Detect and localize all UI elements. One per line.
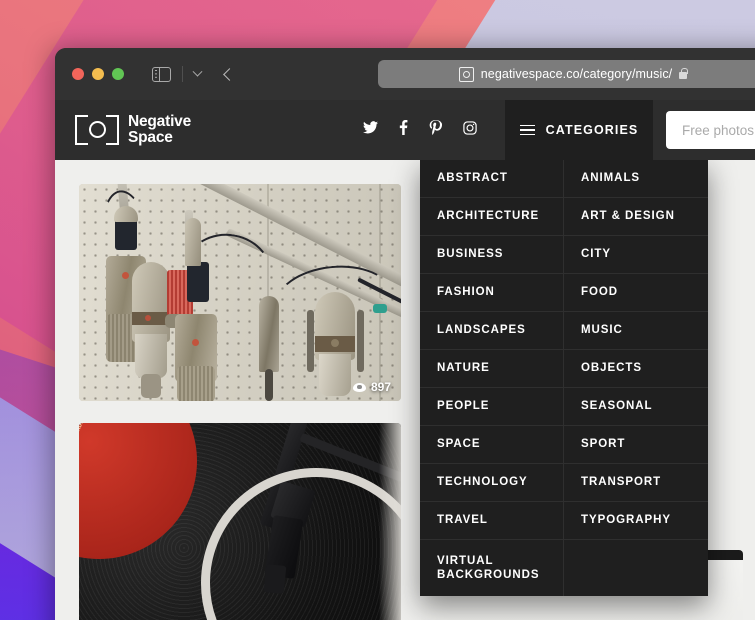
camera-frame-icon bbox=[75, 115, 119, 145]
photo-microphones: 897 bbox=[79, 184, 401, 401]
back-arrow-icon[interactable] bbox=[223, 67, 236, 81]
minimize-window-button[interactable] bbox=[92, 68, 104, 80]
menu-item-architecture[interactable]: ARCHITECTURE bbox=[420, 198, 564, 236]
menu-item-art-and-design[interactable]: ART & DESIGN bbox=[564, 198, 708, 236]
url-text: negativespace.co/category/music/ bbox=[480, 67, 673, 81]
menu-spacer bbox=[564, 540, 708, 596]
lock-icon bbox=[679, 67, 688, 79]
menu-item-seasonal[interactable]: SEASONAL bbox=[564, 388, 708, 426]
favicon-camera-aperture-icon bbox=[458, 66, 474, 82]
menu-item-sport[interactable]: SPORT bbox=[564, 426, 708, 464]
menu-item-transport[interactable]: TRANSPORT bbox=[564, 464, 708, 502]
close-window-button[interactable] bbox=[72, 68, 84, 80]
menu-item-business[interactable]: BUSINESS bbox=[420, 236, 564, 274]
menu-item-city[interactable]: CITY bbox=[564, 236, 708, 274]
menu-item-objects[interactable]: OBJECTS bbox=[564, 350, 708, 388]
menu-item-virtual-backgrounds[interactable]: VIRTUAL BACKGROUNDS bbox=[420, 540, 564, 596]
browser-titlebar: negativespace.co/category/music/ bbox=[55, 48, 755, 100]
titlebar-controls bbox=[152, 66, 236, 82]
page-content: 897 KGP 24 CS 9977 STEREO bbox=[55, 160, 755, 620]
instagram-icon[interactable] bbox=[463, 120, 477, 140]
hamburger-icon bbox=[519, 124, 535, 136]
menu-item-people[interactable]: PEOPLE bbox=[420, 388, 564, 426]
site-logo[interactable]: Negative Space bbox=[75, 114, 191, 146]
menu-item-food[interactable]: FOOD bbox=[564, 274, 708, 312]
menu-item-nature[interactable]: NATURE bbox=[420, 350, 564, 388]
address-bar[interactable]: negativespace.co/category/music/ bbox=[378, 60, 755, 88]
menu-item-fashion[interactable]: FASHION bbox=[420, 274, 564, 312]
menu-item-travel[interactable]: TRAVEL bbox=[420, 502, 564, 540]
maximize-window-button[interactable] bbox=[112, 68, 124, 80]
categories-button-label: CATEGORIES bbox=[545, 123, 639, 137]
categories-button[interactable]: CATEGORIES bbox=[505, 100, 654, 160]
menu-item-typography[interactable]: TYPOGRAPHY bbox=[564, 502, 708, 540]
menu-item-landscapes[interactable]: LANDSCAPES bbox=[420, 312, 564, 350]
social-links bbox=[363, 119, 477, 141]
photo-card-vinyl[interactable]: KGP 24 CS 9977 STEREO COLUMBIA SIDE 1 · … bbox=[79, 423, 401, 620]
menu-item-abstract[interactable]: ABSTRACT bbox=[420, 160, 564, 198]
twitter-icon[interactable] bbox=[363, 121, 379, 139]
sidebar-toggle-icon[interactable] bbox=[152, 66, 171, 82]
pinterest-icon[interactable] bbox=[429, 119, 443, 141]
window-traffic-lights bbox=[72, 68, 124, 80]
photo-card-microphones[interactable]: 897 bbox=[79, 184, 401, 401]
eye-icon bbox=[352, 382, 366, 392]
chevron-down-icon[interactable] bbox=[192, 66, 203, 77]
view-count-badge: 897 bbox=[352, 380, 391, 394]
desktop-wallpaper: negativespace.co/category/music/ Negativ… bbox=[0, 0, 755, 620]
site-logo-text: Negative Space bbox=[128, 114, 191, 146]
categories-dropdown-menu: ABSTRACT ANIMALS ARCHITECTURE ART & DESI… bbox=[420, 160, 708, 596]
photo-vinyl-record: KGP 24 CS 9977 STEREO COLUMBIA SIDE 1 · … bbox=[79, 423, 401, 620]
menu-item-technology[interactable]: TECHNOLOGY bbox=[420, 464, 564, 502]
menu-item-animals[interactable]: ANIMALS bbox=[564, 160, 708, 198]
site-header: Negative Space CATEGORIES Free photos bbox=[55, 100, 755, 160]
gallery-column-1: 897 KGP 24 CS 9977 STEREO bbox=[79, 184, 401, 620]
logo-line-2: Space bbox=[128, 129, 173, 146]
menu-item-music[interactable]: MUSIC bbox=[564, 312, 708, 350]
facebook-icon[interactable] bbox=[399, 120, 408, 140]
menu-item-space[interactable]: SPACE bbox=[420, 426, 564, 464]
view-count-value: 897 bbox=[370, 380, 391, 394]
logo-line-1: Negative bbox=[128, 113, 192, 131]
search-container bbox=[666, 111, 755, 149]
titlebar-divider bbox=[182, 66, 183, 82]
browser-window: negativespace.co/category/music/ Negativ… bbox=[55, 48, 755, 620]
search-input[interactable] bbox=[666, 111, 755, 149]
